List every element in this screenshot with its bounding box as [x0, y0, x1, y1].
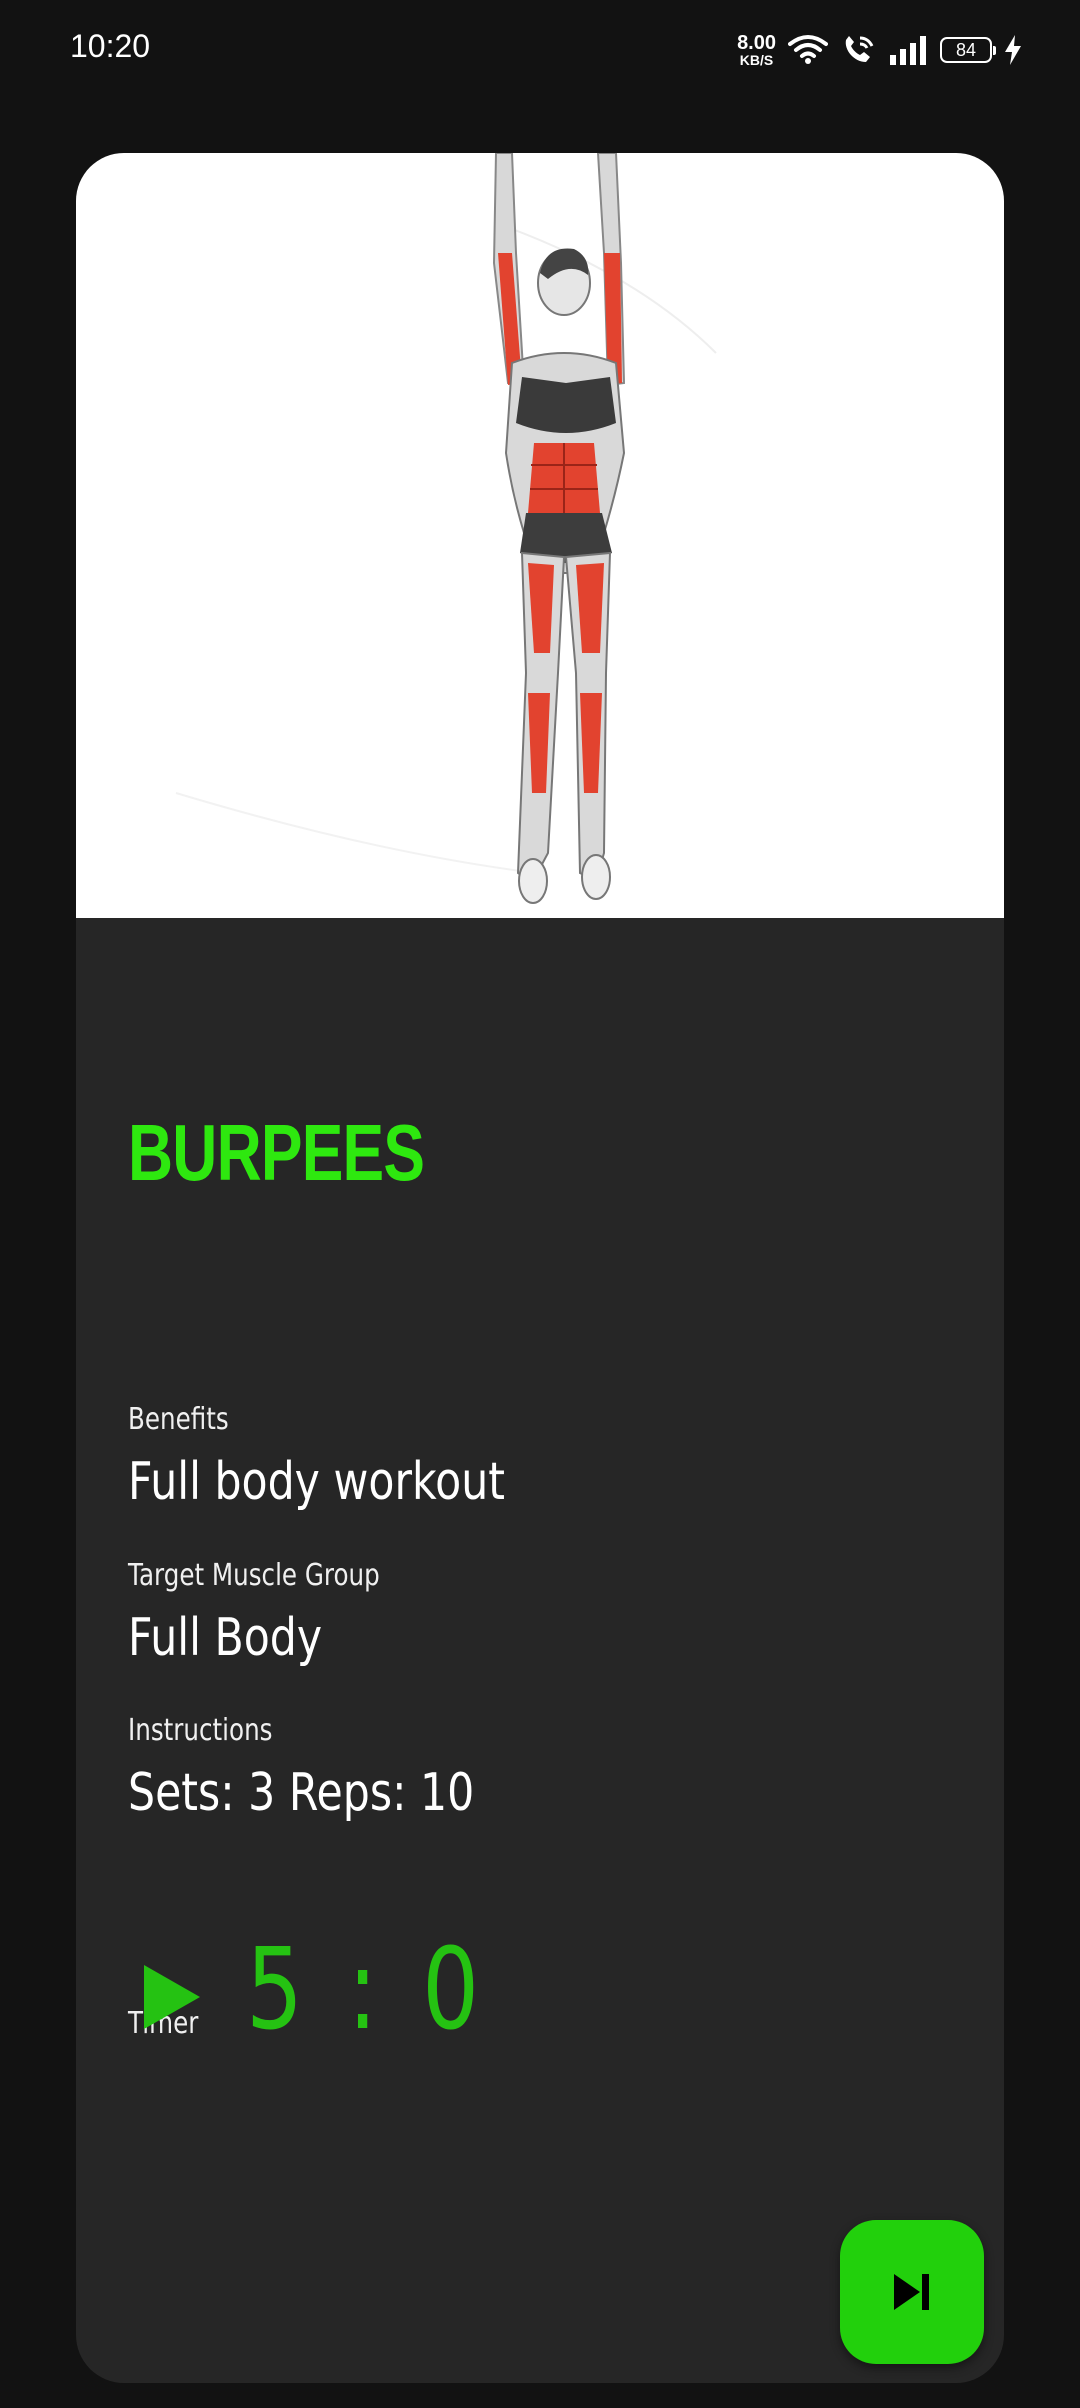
battery-indicator: 84 [940, 37, 996, 63]
exercise-illustration [76, 153, 1004, 918]
exercise-card: BURPEES Benefits Full body workout Targe… [76, 153, 1004, 2383]
signal-icon [890, 36, 926, 65]
skip-next-icon [894, 2274, 929, 2310]
timer-value: 5 : 0 [246, 1925, 488, 2055]
network-speed-value: 8.00 [737, 32, 776, 54]
network-speed: 8.00 KB/S [737, 33, 776, 67]
benefits-label: Benefits [128, 1402, 229, 1437]
status-bar: 10:20 8.00 KB/S 84 [0, 0, 1080, 96]
status-icons: 8.00 KB/S 84 [737, 30, 1022, 70]
instructions-value: Sets: 3 Reps: 10 [128, 1763, 475, 1823]
battery-level: 84 [955, 39, 977, 60]
skip-next-button[interactable] [840, 2220, 984, 2364]
exercise-title: BURPEES [128, 1108, 425, 1197]
network-speed-unit: KB/S [739, 52, 774, 68]
target-muscle-label: Target Muscle Group [128, 1558, 380, 1593]
charging-icon [1005, 35, 1021, 65]
instructions-label: Instructions [128, 1713, 273, 1748]
play-button[interactable] [136, 1943, 216, 2043]
status-time: 10:20 [70, 28, 151, 64]
exercise-figure-image [175, 153, 717, 904]
target-muscle-value: Full Body [128, 1608, 323, 1668]
wifi-icon [788, 35, 828, 64]
play-icon [144, 1965, 200, 2029]
benefits-value: Full body workout [128, 1452, 505, 1512]
wifi-calling-icon [845, 36, 874, 62]
